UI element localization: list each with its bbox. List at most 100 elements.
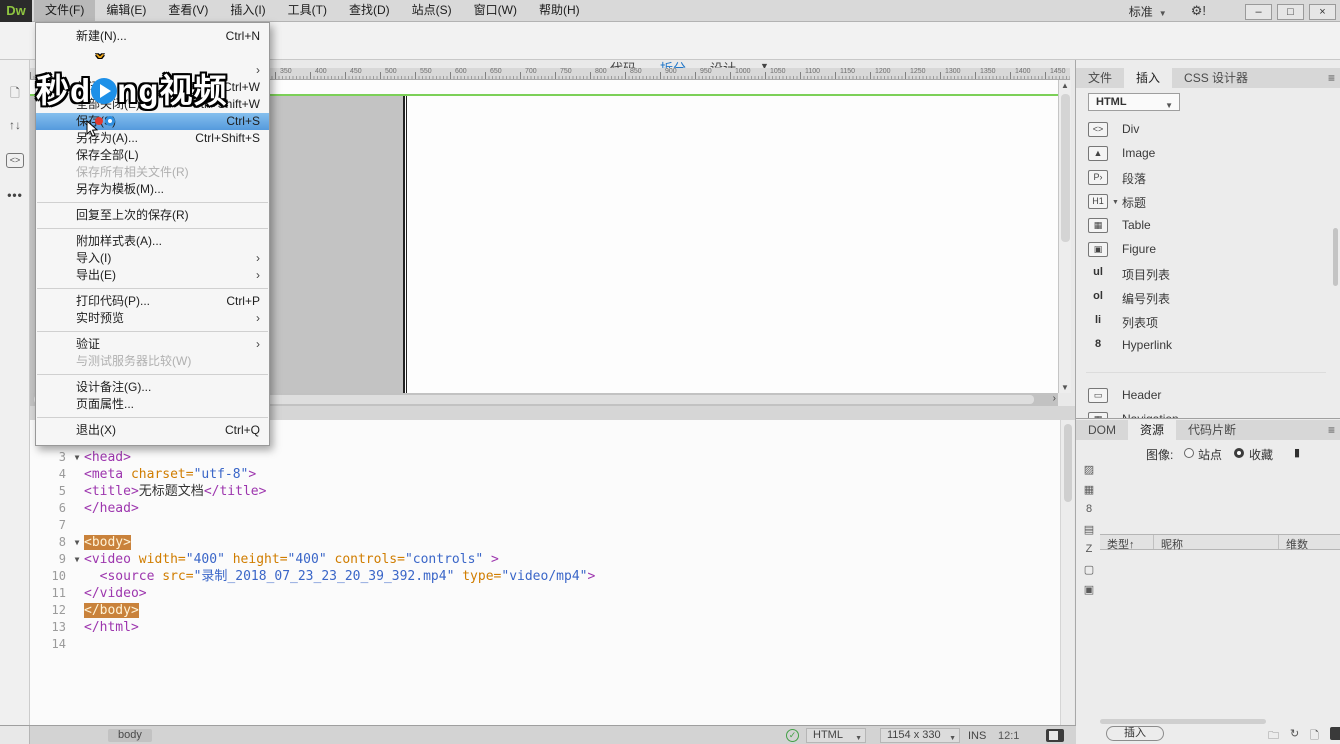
- assets-category-scripts-icon[interactable]: Z: [1078, 543, 1100, 563]
- scroll-down-icon[interactable]: ▼: [1059, 383, 1071, 392]
- file-menu-item-11[interactable]: 附加样式表(A)...: [36, 233, 269, 250]
- menu-file[interactable]: 文件(F): [34, 0, 95, 21]
- insert-item-figure[interactable]: ▣Figure: [1076, 238, 1326, 262]
- column-nickname[interactable]: 昵称: [1154, 535, 1279, 549]
- file-menu-item-10[interactable]: 回复至上次的保存(R): [36, 207, 269, 224]
- file-menu-item-1[interactable]: [36, 45, 269, 62]
- column-dimensions[interactable]: 维数: [1279, 535, 1340, 549]
- menu-insert[interactable]: 插入(I): [219, 0, 276, 21]
- close-button[interactable]: ×: [1309, 4, 1336, 20]
- tab-files[interactable]: 文件: [1076, 68, 1124, 88]
- file-menu-item-16[interactable]: 验证›: [36, 336, 269, 353]
- tab-snippets[interactable]: 代码片断: [1176, 420, 1248, 440]
- file-menu-item-7[interactable]: 保存全部(L): [36, 147, 269, 164]
- file-menu-item-15[interactable]: 实时预览›: [36, 310, 269, 327]
- code-format-icon[interactable]: <>: [6, 153, 24, 168]
- assets-category-templates-icon[interactable]: ▢: [1078, 563, 1100, 583]
- window-size-dropdown[interactable]: 1154 x 330 ▼: [880, 728, 960, 743]
- fold-arrow-icon[interactable]: ▼: [70, 551, 84, 568]
- sort-lines-icon[interactable]: ↑↓: [6, 118, 24, 134]
- tag-selector-body[interactable]: body: [108, 729, 152, 742]
- insert-item-li[interactable]: li列表项: [1076, 310, 1326, 334]
- menu-window[interactable]: 窗口(W): [463, 0, 528, 21]
- file-menu-item-6[interactable]: 另存为(A)...Ctrl+Shift+S: [36, 130, 269, 147]
- fold-arrow-icon[interactable]: ▼: [70, 449, 84, 466]
- code-line-14[interactable]: 14: [30, 636, 1060, 653]
- menu-find[interactable]: 查找(D): [338, 0, 401, 21]
- code-line-13[interactable]: 13</html>: [30, 619, 1060, 636]
- tab-css-designer[interactable]: CSS 设计器: [1172, 68, 1260, 88]
- insert-item-div[interactable]: <>Div: [1076, 118, 1326, 142]
- menu-site[interactable]: 站点(S): [401, 0, 463, 21]
- code-line-7[interactable]: 7: [30, 517, 1060, 534]
- assets-category-urls-icon[interactable]: 8: [1078, 503, 1100, 523]
- assets-empty-list[interactable]: [1100, 551, 1340, 716]
- insert-item-table[interactable]: ▦Table: [1076, 214, 1326, 238]
- file-menu-item-18[interactable]: 设计备注(G)...: [36, 379, 269, 396]
- folder-icon[interactable]: 🗀: [1268, 727, 1279, 744]
- code-line-8[interactable]: 8▼<body>: [30, 534, 1060, 551]
- radio-site[interactable]: [1184, 448, 1194, 458]
- scroll-right-icon[interactable]: ›: [1053, 393, 1056, 404]
- code-line-9[interactable]: 9▼<video width="400" height="400" contro…: [30, 551, 1060, 568]
- menu-tools[interactable]: 工具(T): [277, 0, 338, 21]
- design-vertical-scrollbar[interactable]: ▲ ▼: [1058, 80, 1071, 393]
- file-menu-item-0[interactable]: 新建(N)...Ctrl+N: [36, 28, 269, 45]
- file-menu-item-9[interactable]: 另存为模板(M)...: [36, 181, 269, 198]
- doctype-dropdown[interactable]: HTML ▼: [806, 728, 866, 743]
- fold-arrow-icon[interactable]: ▼: [70, 534, 84, 551]
- radio-site-label[interactable]: 站点: [1198, 446, 1222, 463]
- code-line-11[interactable]: 11</video>: [30, 585, 1060, 602]
- insert-category-dropdown[interactable]: HTML ▼: [1088, 93, 1180, 111]
- file-menu-item-13[interactable]: 导出(E)›: [36, 267, 269, 284]
- assets-insert-button[interactable]: 插入: [1106, 726, 1164, 741]
- refresh-icon[interactable]: ↻: [1290, 727, 1299, 740]
- file-menu-item-19[interactable]: 页面属性...: [36, 396, 269, 413]
- panel-menu-icon[interactable]: ≡: [1328, 423, 1335, 437]
- panel-menu-icon[interactable]: ≡: [1328, 71, 1335, 85]
- tab-insert[interactable]: 插入: [1124, 68, 1172, 88]
- insert-item-paragraph[interactable]: P›段落: [1076, 166, 1326, 190]
- assets-category-colors-icon[interactable]: ▦: [1078, 483, 1100, 503]
- chevron-down-icon[interactable]: ▼: [1112, 199, 1119, 206]
- file-menu-item-12[interactable]: 导入(I)›: [36, 250, 269, 267]
- assets-scrollbar-thumb[interactable]: [1100, 719, 1266, 724]
- insert-scrollbar-thumb[interactable]: [1333, 228, 1338, 286]
- sync-settings-button[interactable]: ⚙!: [1191, 3, 1206, 19]
- insert-item-ul[interactable]: ul项目列表: [1076, 262, 1326, 286]
- maximize-button[interactable]: □: [1277, 4, 1304, 20]
- code-line-4[interactable]: 4<meta charset="utf-8">: [30, 466, 1060, 483]
- code-line-6[interactable]: 6</head>: [30, 500, 1060, 517]
- scrollbar-thumb[interactable]: [1061, 94, 1070, 242]
- code-line-10[interactable]: 10 <source src="录制_2018_07_23_23_20_39_3…: [30, 568, 1060, 585]
- menu-edit[interactable]: 编辑(E): [95, 0, 157, 21]
- code-vertical-scrollbar[interactable]: [1060, 420, 1074, 725]
- insert-item-image[interactable]: ▲Image: [1076, 142, 1326, 166]
- tab-assets[interactable]: 资源: [1128, 420, 1176, 440]
- code-line-12[interactable]: 12</body>: [30, 602, 1060, 619]
- insert-item-heading[interactable]: H1▼标题: [1076, 190, 1326, 214]
- scrollbar-thumb[interactable]: [1064, 424, 1072, 502]
- open-documents-icon[interactable]: 🗋: [6, 84, 24, 100]
- new-file-icon[interactable]: 🗋: [1310, 727, 1319, 744]
- insert-item-ol[interactable]: ol编号列表: [1076, 286, 1326, 310]
- customize-toolbar-icon[interactable]: •••: [6, 188, 24, 204]
- assets-category-library-icon[interactable]: ▣: [1078, 583, 1100, 603]
- menu-help[interactable]: 帮助(H): [528, 0, 591, 21]
- workspace-switcher[interactable]: 标准▼: [1129, 3, 1167, 20]
- code-line-5[interactable]: 5<title>无标题文档</title>: [30, 483, 1060, 500]
- minimize-button[interactable]: –: [1245, 4, 1272, 20]
- tab-dom[interactable]: DOM: [1076, 420, 1128, 440]
- column-type[interactable]: 类型↑: [1100, 535, 1154, 549]
- device-preview-icon[interactable]: [1046, 729, 1064, 742]
- assets-category-images-icon[interactable]: ▨: [1078, 463, 1100, 483]
- file-menu-item-14[interactable]: 打印代码(P)...Ctrl+P: [36, 293, 269, 310]
- insert-item-hyperlink[interactable]: 8Hyperlink: [1076, 334, 1326, 358]
- scroll-up-icon[interactable]: ▲: [1059, 81, 1071, 90]
- code-view[interactable]: 2▼<html>3▼<head>4<meta charset="utf-8">5…: [30, 420, 1060, 725]
- radio-favorites-label[interactable]: 收藏: [1249, 446, 1273, 463]
- insert-item-header[interactable]: ▭Header: [1076, 384, 1326, 408]
- edit-icon[interactable]: [1330, 727, 1340, 740]
- code-line-3[interactable]: 3▼<head>: [30, 449, 1060, 466]
- file-menu-item-20[interactable]: 退出(X)Ctrl+Q: [36, 422, 269, 439]
